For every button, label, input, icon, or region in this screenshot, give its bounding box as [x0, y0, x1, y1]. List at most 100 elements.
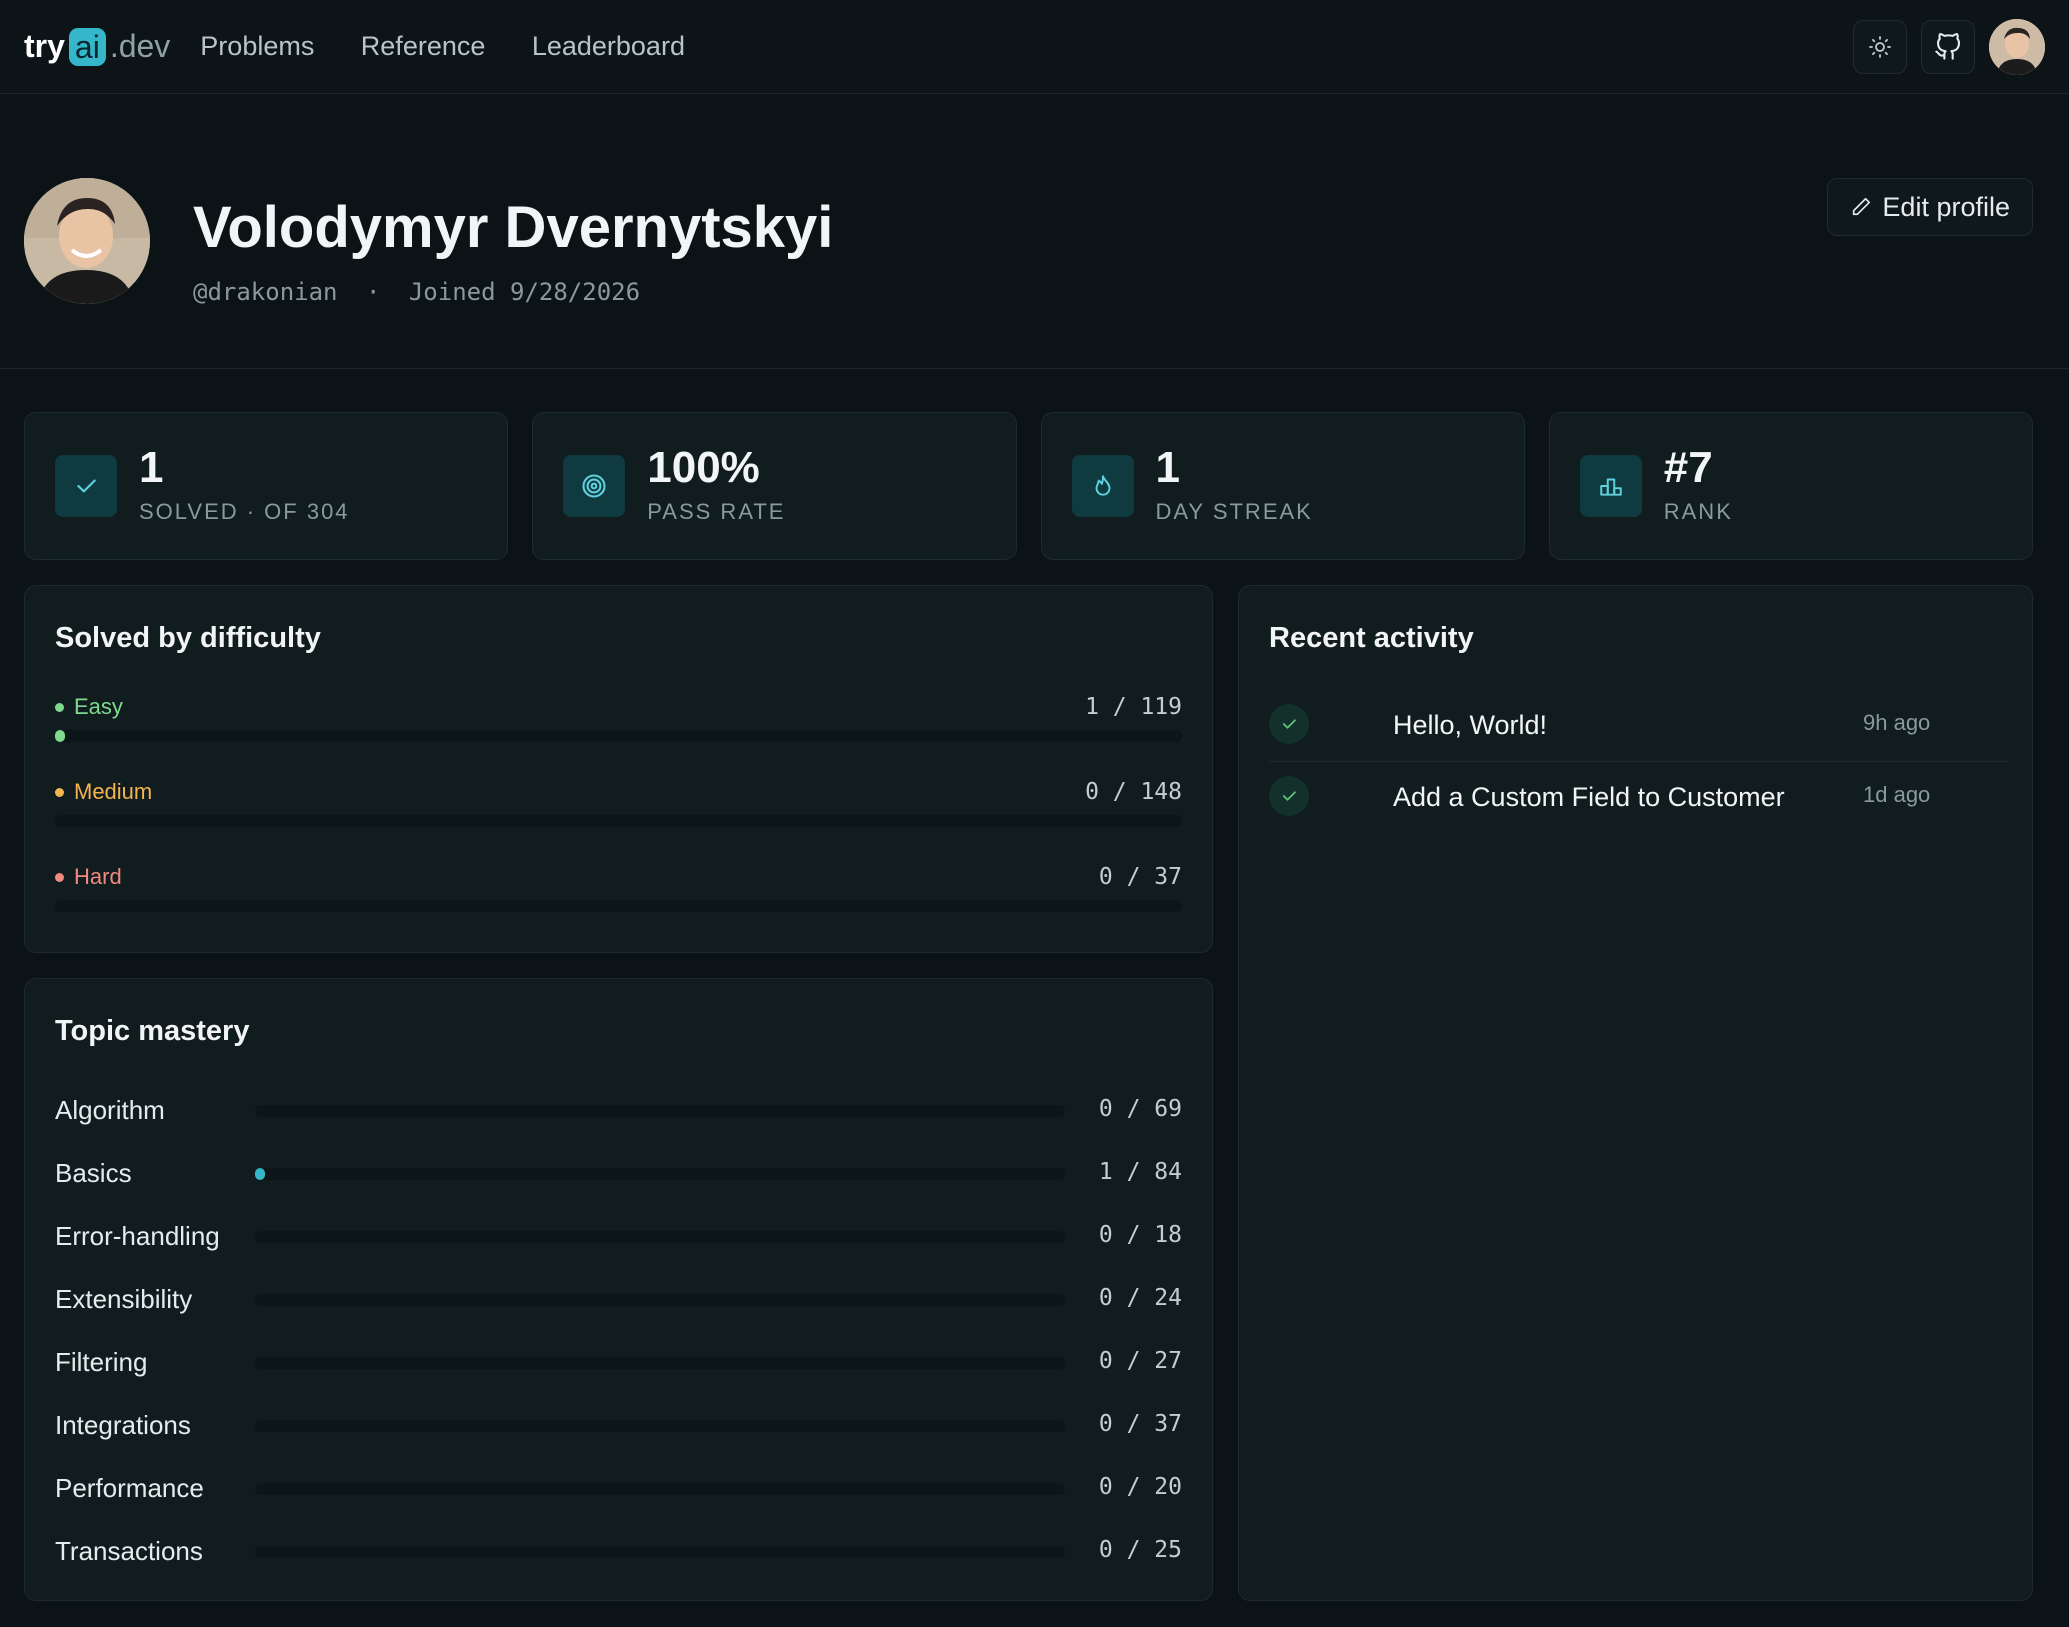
activity-item[interactable]: Hello, World! 9h ago: [1269, 690, 2008, 762]
github-icon: [1935, 32, 1961, 60]
difficulty-name: Medium: [74, 779, 153, 804]
logo[interactable]: try ai .dev: [24, 27, 171, 66]
topic-row: Error-handling 0 / 18: [55, 1217, 1182, 1257]
topic-row: Algorithm 0 / 69: [55, 1091, 1182, 1131]
topic-mastery-panel: Topic mastery Algorithm 0 / 69 Basics 1 …: [24, 978, 1213, 1601]
topic-progress-fill: [255, 1168, 265, 1180]
recent-activity-panel: Recent activity Hello, World! 9h ago Add…: [1238, 585, 2033, 1601]
topic-name: Integrations: [55, 1410, 191, 1440]
target-icon: [582, 474, 606, 498]
topic-count: 0 / 24: [1098, 1285, 1182, 1311]
nav-reference-link[interactable]: Reference: [361, 31, 486, 61]
topic-progress-track: [255, 1357, 1065, 1369]
difficulty-count: 1 / 119: [1085, 694, 1182, 720]
topic-progress-track: [255, 1168, 1065, 1180]
difficulty-progress-track: [55, 815, 1182, 827]
stat-label: SOLVED · OF 304: [139, 499, 350, 524]
profile-header: Volodymyr Dvernytskyi @drakonian · Joine…: [0, 94, 2069, 369]
edit-profile-button[interactable]: Edit profile: [1827, 178, 2033, 236]
stat-icon-box: [563, 455, 626, 517]
github-button[interactable]: [1921, 19, 1975, 74]
topic-count: 0 / 20: [1098, 1474, 1182, 1500]
topic-row: Extensibility 0 / 24: [55, 1280, 1182, 1320]
topics-title: Topic mastery: [55, 1015, 250, 1047]
stat-value: 1: [139, 443, 164, 492]
stat-value: 1: [1155, 443, 1180, 492]
stat-card-day-streak: 1 DAY STREAK: [1040, 412, 1525, 560]
topic-count: 0 / 27: [1098, 1348, 1182, 1374]
topic-name: Algorithm: [55, 1095, 165, 1125]
nav-links: Problems Reference Leaderboard: [200, 31, 727, 62]
topic-name: Filtering: [55, 1347, 148, 1377]
topic-count: 0 / 37: [1098, 1411, 1182, 1437]
check-icon: [1282, 719, 1296, 729]
avatar-portrait-icon: [1989, 18, 2045, 75]
sun-icon: [1869, 35, 1891, 58]
profile-handle: @drakonian: [193, 278, 338, 306]
activity-title: Recent activity: [1269, 622, 1474, 654]
stat-label: PASS RATE: [647, 499, 786, 524]
topic-name: Transactions: [55, 1536, 203, 1566]
profile-joined: Joined 9/28/2026: [408, 278, 641, 306]
check-icon: [1282, 791, 1296, 801]
hard-dot-icon: [55, 872, 64, 882]
difficulty-label: Medium: [55, 779, 152, 805]
stat-card-rank: #7 RANK: [1548, 412, 2033, 560]
topic-row: Integrations 0 / 37: [55, 1406, 1182, 1446]
top-nav: try ai .dev Problems Reference Leaderboa…: [0, 0, 2069, 94]
stat-card-pass-rate: 100% PASS RATE: [532, 412, 1017, 560]
flame-icon: [1095, 475, 1110, 496]
stat-card-solved: 1 SOLVED · OF 304: [24, 412, 509, 560]
topic-count: 0 / 25: [1098, 1537, 1182, 1563]
topic-row: Filtering 0 / 27: [55, 1343, 1182, 1383]
difficulty-name: Hard: [74, 864, 122, 889]
difficulty-count: 0 / 37: [1098, 864, 1182, 890]
difficulty-progress-fill: [55, 730, 66, 742]
profile-portrait-icon: [24, 178, 150, 304]
meta-separator: ·: [365, 278, 381, 306]
logo-try: try: [24, 28, 65, 64]
topic-name: Basics: [55, 1158, 132, 1188]
difficulty-panel: Solved by difficulty Easy 1 / 119 Medium…: [24, 585, 1213, 953]
difficulty-progress-track: [55, 730, 1182, 742]
stat-value: #7: [1663, 443, 1713, 492]
topic-count: 0 / 18: [1098, 1222, 1182, 1248]
activity-status: [1269, 776, 1309, 816]
topic-row: Basics 1 / 84: [55, 1154, 1182, 1194]
activity-status: [1269, 704, 1309, 744]
topic-name: Extensibility: [55, 1284, 193, 1314]
nav-problems-link[interactable]: Problems: [200, 31, 314, 61]
topic-progress-track: [255, 1483, 1065, 1495]
difficulty-title: Solved by difficulty: [55, 622, 321, 654]
topic-count: 1 / 84: [1098, 1159, 1182, 1185]
nav-leaderboard-link[interactable]: Leaderboard: [532, 31, 685, 61]
edit-profile-label: Edit profile: [1882, 191, 2010, 222]
difficulty-name: Easy: [74, 694, 123, 719]
theme-toggle-button[interactable]: [1853, 19, 1907, 74]
topic-name: Performance: [55, 1473, 204, 1503]
stat-icon-box: [55, 455, 117, 517]
topic-row: Transactions 0 / 25: [55, 1532, 1182, 1572]
stat-icon-box: [1579, 455, 1642, 517]
topic-progress-track: [255, 1546, 1065, 1558]
activity-item[interactable]: Add a Custom Field to Customer 1d ago: [1269, 762, 2008, 834]
topic-progress-track: [255, 1231, 1065, 1243]
user-avatar-menu[interactable]: [1989, 18, 2045, 75]
activity-time: 1d ago: [1863, 782, 1931, 807]
difficulty-count: 0 / 148: [1085, 779, 1182, 805]
difficulty-label: Easy: [55, 694, 123, 720]
topic-progress-track: [255, 1105, 1065, 1117]
topic-progress-track: [255, 1294, 1065, 1306]
pencil-icon: [1853, 197, 1871, 216]
logo-dev: .dev: [109, 28, 171, 64]
difficulty-progress-track: [55, 900, 1182, 912]
activity-problem-title: Hello, World!: [1393, 710, 1548, 740]
profile-meta: @drakonian · Joined 9/28/2026: [193, 278, 640, 306]
topic-progress-track: [255, 1420, 1065, 1432]
medium-dot-icon: [55, 787, 64, 797]
difficulty-row-easy: Easy 1 / 119: [55, 694, 1182, 750]
difficulty-label: Hard: [55, 864, 122, 890]
stats-row: 1 SOLVED · OF 304 100% PASS RATE 1 DAY S…: [24, 412, 2033, 560]
logo-ai-badge: ai: [68, 27, 106, 66]
stat-value: 100%: [647, 443, 760, 492]
